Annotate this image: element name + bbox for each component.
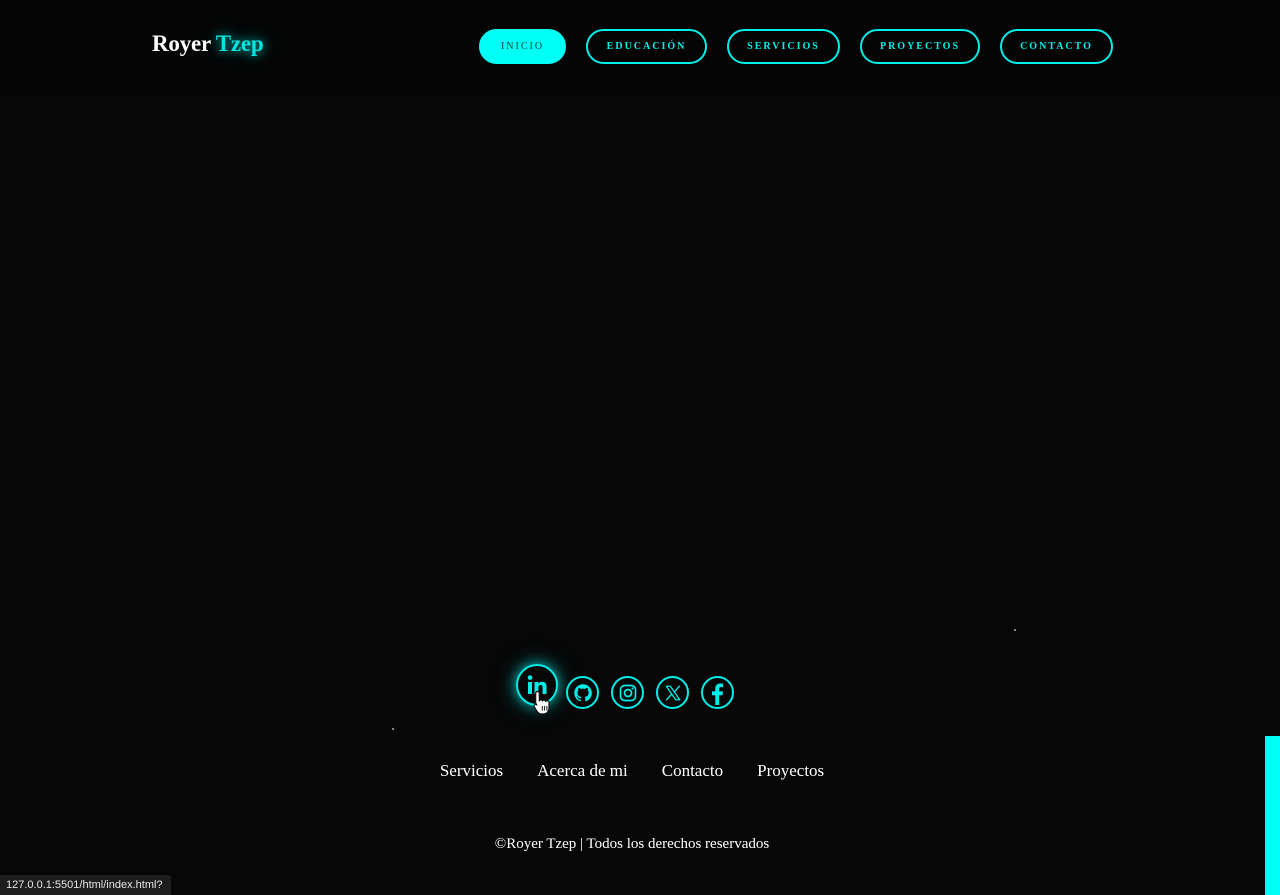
- main-nav: INICIO EDUCACIÓN SERVICIOS PROYECTOS CON…: [479, 29, 1113, 64]
- facebook-icon[interactable]: [701, 676, 734, 709]
- hand-pointer-cursor-icon: [533, 690, 550, 715]
- instagram-icon[interactable]: [611, 676, 644, 709]
- footer-link-proyectos[interactable]: Proyectos: [757, 761, 824, 781]
- nav-proyectos-button[interactable]: PROYECTOS: [860, 29, 980, 64]
- copyright-text: ©Royer Tzep | Todos los derechos reserva…: [494, 836, 770, 852]
- logo-last-name: Tzep: [215, 31, 264, 56]
- nav-inicio-button[interactable]: INICIO: [479, 29, 566, 64]
- nav-educacion-button[interactable]: EDUCACIÓN: [586, 29, 707, 64]
- site-header: Royer Tzep INICIO EDUCACIÓN SERVICIOS PR…: [0, 0, 1280, 95]
- page: Royer Tzep INICIO EDUCACIÓN SERVICIOS PR…: [0, 0, 1280, 895]
- nav-servicios-button[interactable]: SERVICIOS: [727, 29, 840, 64]
- scrollbar-thumb[interactable]: [1265, 736, 1280, 895]
- background-star: [392, 728, 394, 730]
- logo-first-name: Royer: [152, 31, 211, 56]
- browser-status-bar: 127.0.0.1:5501/html/index.html?: [0, 875, 171, 895]
- footer-links: Servicios Acerca de mi Contacto Proyecto…: [0, 761, 1264, 781]
- site-logo[interactable]: Royer Tzep: [152, 31, 264, 57]
- x-icon[interactable]: [656, 676, 689, 709]
- footer-link-contacto[interactable]: Contacto: [662, 761, 723, 781]
- footer-link-acerca-de-mi[interactable]: Acerca de mi: [537, 761, 628, 781]
- nav-contacto-button[interactable]: CONTACTO: [1000, 29, 1113, 64]
- footer-link-servicios[interactable]: Servicios: [440, 761, 503, 781]
- background-star: [1014, 629, 1016, 631]
- github-icon[interactable]: [566, 676, 599, 709]
